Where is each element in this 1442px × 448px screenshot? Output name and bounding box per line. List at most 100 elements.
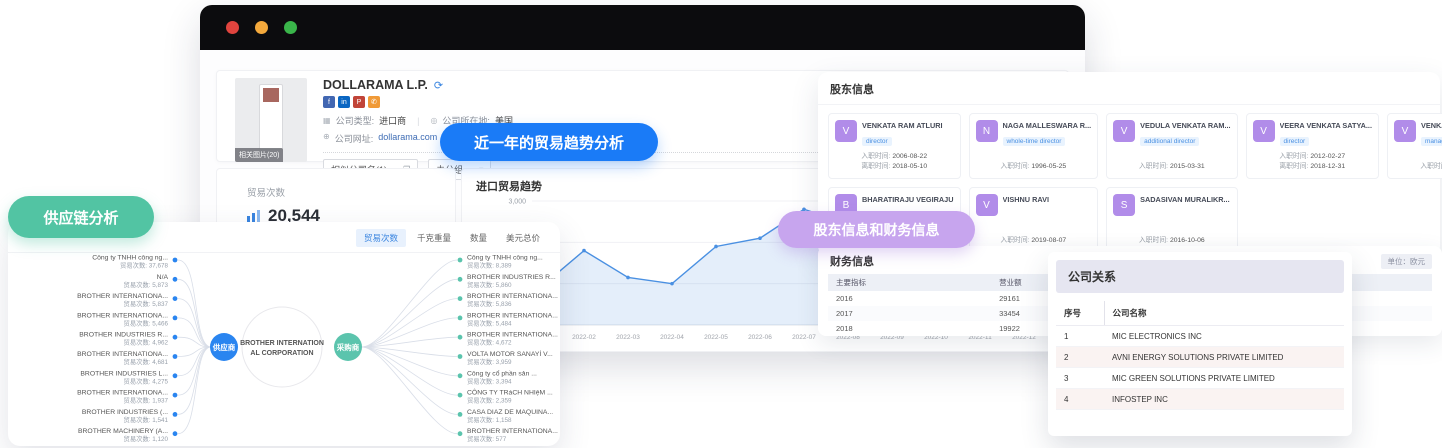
supplier-node-dot[interactable]	[172, 354, 178, 359]
buyer-name: CÔNG TY TRáCH NHIệM ...	[467, 388, 553, 397]
x-axis-tick: 2022-07	[792, 334, 816, 341]
shareholder-card[interactable]: N NAGA MALLESWARA R... whole-time director…	[968, 113, 1099, 179]
relations-table-row[interactable]: 1 MIC ELECTRONICS INC	[1056, 326, 1344, 347]
buyer-name: BROTHER INDUSTRIES R...	[467, 274, 556, 281]
join-date-label: 入职时间:	[1000, 237, 1032, 245]
supplier-node-dot[interactable]	[172, 315, 178, 321]
buyer-node-dot[interactable]	[457, 412, 463, 417]
join-date: 入职时间: 2008-05-20	[1388, 162, 1442, 173]
leave-date-value: 2018-05-10	[892, 163, 928, 171]
supplier-name: BROTHER INTERNATIONA...	[77, 351, 168, 358]
supplier-name: BROTHER INTERNATIONA...	[77, 390, 168, 397]
relations-cell: 4	[1064, 394, 1069, 404]
company-website-link[interactable]: dollarama.com	[378, 132, 437, 145]
x-axis-tick: 2022-06	[748, 334, 772, 341]
x-axis-tick: 2022-02	[572, 334, 596, 341]
buyer-link-line	[361, 346, 458, 435]
supplier-trade-count: 贸易次数: 5,837	[124, 299, 169, 308]
supply-chain-tab[interactable]: 数量	[462, 229, 495, 247]
shareholder-role-badge: additional director	[1140, 137, 1200, 147]
supplier-node-dot[interactable]	[172, 257, 178, 263]
supplier-trade-count: 贸易次数: 1,541	[124, 415, 169, 424]
finance-cell: 2017	[836, 309, 853, 318]
company-relations-title: 公司关系	[1056, 260, 1344, 293]
data-point[interactable]	[758, 236, 762, 240]
close-window-button[interactable]	[226, 21, 239, 34]
buyer-node-dot[interactable]	[457, 257, 463, 263]
relations-table-row[interactable]: 3 MIC GREEN SOLUTIONS PRIVATE LIMITED	[1056, 368, 1344, 389]
relations-table-row[interactable]: 2 AVNI ENERGY SOLUTIONS PRIVATE LIMITED	[1056, 346, 1344, 368]
join-date-label: 入职时间:	[1279, 152, 1311, 160]
shareholder-role-badge: managing director	[1421, 137, 1442, 147]
shareholder-name: VEERA VENKATA SATYA...	[1279, 121, 1372, 130]
shareholder-card[interactable]: V VEDULA VENKATA RAM... additional directo…	[1106, 113, 1238, 179]
phone-icon[interactable]: ✆	[368, 96, 380, 108]
refresh-icon[interactable]: ⟳	[434, 79, 443, 92]
buyer-node-dot[interactable]	[457, 373, 463, 379]
data-point[interactable]	[670, 281, 674, 286]
buyer-node-dot[interactable]	[457, 334, 463, 340]
shareholder-card[interactable]: V VISHNU RAVI 入职时间: 2019-08-07	[968, 187, 1099, 253]
supplier-node-dot[interactable]	[172, 431, 178, 437]
supplier-node-dot[interactable]	[172, 412, 178, 417]
buyer-name: BROTHER INTERNATIONA...	[467, 332, 558, 339]
buyer-node-dot[interactable]	[457, 276, 463, 282]
join-date-value: 2016-10-06	[1169, 237, 1205, 245]
supply-chain-tab[interactable]: 千克重量	[409, 229, 459, 247]
avatar: V	[975, 194, 998, 216]
data-point[interactable]	[714, 244, 718, 249]
minimize-window-button[interactable]	[255, 21, 268, 34]
buyer-node-dot[interactable]	[457, 315, 463, 321]
buyer-name: BROTHER INTERNATIONA...	[467, 428, 558, 435]
shareholder-card[interactable]: V VEERA VENKATA SATYA... director 入职时间: 201…	[1245, 113, 1379, 179]
buyer-trade-count: 贸易次数: 5,836	[467, 299, 512, 308]
maximize-window-button[interactable]	[284, 21, 297, 34]
avatar: N	[975, 120, 998, 142]
company-product-image[interactable]: 相关图片(20)	[235, 78, 307, 162]
data-point[interactable]	[582, 248, 586, 253]
shareholder-card[interactable]: V VENKATARAMANA MAG... managing director 入职…	[1387, 113, 1442, 179]
avatar: V	[1394, 120, 1416, 142]
y-axis-tick: 3,000	[508, 199, 526, 206]
leave-date-label: 离职时间:	[1279, 163, 1311, 171]
data-point[interactable]	[626, 275, 630, 280]
buyer-trade-count: 贸易次数: 3,959	[467, 357, 512, 366]
shareholder-finance-callout: 股东信息和财务信息	[778, 211, 975, 248]
supplier-node-dot[interactable]	[172, 373, 178, 379]
pinterest-icon[interactable]: P	[353, 96, 365, 108]
supplier-node-dot[interactable]	[172, 296, 178, 301]
supplier-trade-count: 贸易次数: 4,275	[124, 376, 169, 385]
buyer-name: Công ty cổ phần sản ...	[467, 368, 537, 377]
leave-date-label: 离职时间:	[861, 163, 893, 171]
buyer-name: Công ty TNHH công ng...	[467, 255, 543, 262]
buyer-name: BROTHER INTERNATIONA...	[467, 293, 558, 300]
shareholder-name: BHARATIRAJU VEGIRAJU	[862, 195, 954, 204]
relations-table-row[interactable]: 4 INFOSTEP INC	[1056, 388, 1344, 410]
buyer-node-dot[interactable]	[457, 354, 463, 359]
supplier-hub-label: 供应商	[212, 342, 236, 352]
center-company-node[interactable]	[241, 306, 323, 388]
join-date-label: 入职时间:	[861, 152, 893, 160]
shareholder-card[interactable]: V VENKATA RAM ATLURI director 入职时间: 2006-08…	[828, 113, 961, 179]
buyer-node-dot[interactable]	[457, 392, 463, 398]
supplier-node-dot[interactable]	[172, 276, 178, 282]
center-company-name: AL CORPORATION	[250, 350, 313, 357]
buyer-node-dot[interactable]	[457, 296, 463, 301]
supplier-node-dot[interactable]	[172, 392, 178, 398]
buyer-node-dot[interactable]	[457, 431, 463, 437]
avatar: V	[835, 120, 857, 142]
supplier-node-dot[interactable]	[172, 334, 178, 340]
supply-chain-tab[interactable]: 美元总价	[498, 229, 548, 247]
relations-cell: MIC GREEN SOLUTIONS PRIVATE LIMITED	[1112, 373, 1275, 383]
supplier-name: N/A	[157, 274, 169, 281]
join-date-value: 2015-03-31	[1169, 163, 1205, 171]
supply-chain-network-diagram[interactable]: Công ty TNHH công ng...贸易次数: 37,678N/A贸易…	[8, 248, 560, 448]
supplier-trade-count: 贸易次数: 4,681	[124, 357, 169, 366]
supply-chain-tab[interactable]: 贸易次数	[355, 229, 406, 247]
shareholder-card[interactable]: S SADASIVAN MURALIKR... 入职时间: 2016-10-06	[1106, 187, 1238, 253]
buyer-trade-count: 贸易次数: 1,158	[467, 415, 512, 424]
facebook-icon[interactable]: f	[323, 96, 335, 108]
supply-chain-callout: 供应链分析	[8, 196, 154, 238]
buyer-trade-count: 贸易次数: 5,484	[467, 318, 512, 327]
linkedin-icon[interactable]: in	[338, 96, 350, 108]
